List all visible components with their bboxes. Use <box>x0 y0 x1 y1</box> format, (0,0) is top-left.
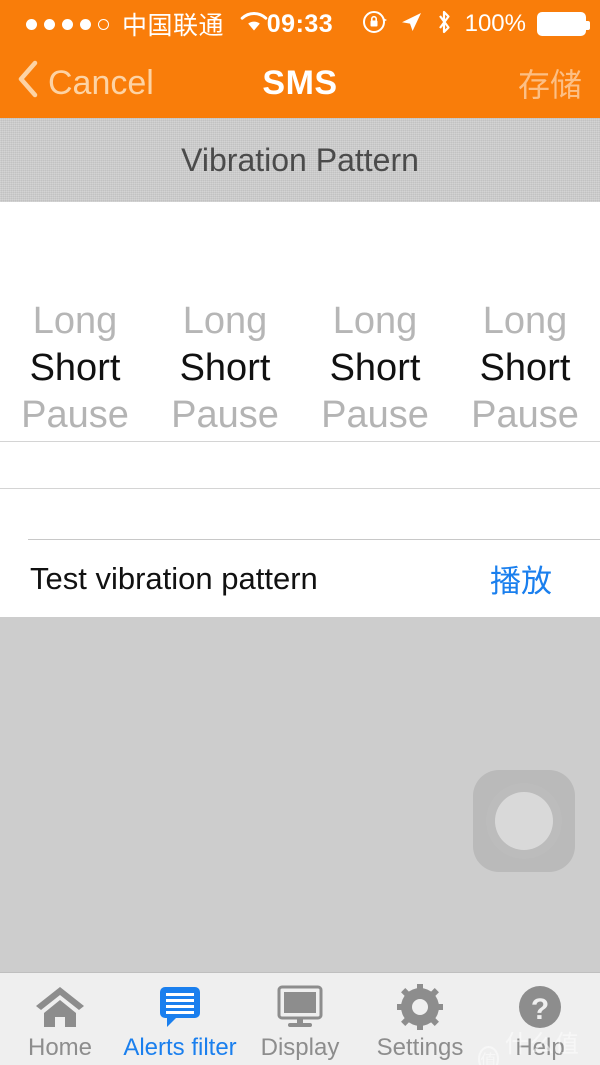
tab-home-label: Home <box>27 1034 93 1061</box>
page-title: SMS <box>262 63 338 102</box>
picker-selection-line-bottom <box>0 488 600 489</box>
picker-option-below[interactable]: Pause <box>321 392 429 439</box>
tab-display[interactable]: Display <box>240 973 360 1065</box>
picker-selection-line-top <box>0 441 600 442</box>
test-vibration-row: Test vibration pattern 播放 <box>0 540 600 617</box>
tab-alerts-filter-label: Alerts filter <box>123 1034 237 1061</box>
content-area: Long Short Pause Long Short Pause Long S… <box>0 202 600 617</box>
picker-option-above[interactable]: Long <box>33 298 118 345</box>
picker-option-above[interactable]: Long <box>483 298 568 345</box>
status-bar: 中国联通 09:33 100% <box>0 0 600 48</box>
phone-screen: 中国联通 09:33 100% Cancel SMS 存储 Vibration … <box>0 0 600 1065</box>
section-header: Vibration Pattern <box>0 118 600 202</box>
picker-column-4[interactable]: Long Short Pause <box>450 298 600 448</box>
picker-column-1[interactable]: Long Short Pause <box>0 298 150 448</box>
empty-gray-area <box>0 617 600 972</box>
rotation-lock-icon <box>362 9 388 40</box>
monitor-icon <box>274 983 326 1031</box>
picker-column-2[interactable]: Long Short Pause <box>150 298 300 448</box>
battery-percent-label: 100% <box>464 10 526 37</box>
question-mark-icon: ? <box>516 983 564 1031</box>
tab-settings-label: Settings <box>376 1034 464 1061</box>
save-button[interactable]: 存储 <box>518 60 582 106</box>
bluetooth-icon <box>434 9 454 40</box>
picker-option-below[interactable]: Pause <box>21 392 129 439</box>
picker-option-above[interactable]: Long <box>183 298 268 345</box>
battery-full-icon <box>537 12 590 36</box>
home-icon <box>34 983 86 1031</box>
assistive-touch-ring <box>486 783 562 859</box>
tab-home[interactable]: Home <box>0 973 120 1065</box>
picker-option-below[interactable]: Pause <box>171 392 279 439</box>
picker-option-selected[interactable]: Short <box>480 345 571 392</box>
location-arrow-icon <box>399 10 423 39</box>
status-bar-right: 100% <box>362 0 590 48</box>
speech-bubble-icon <box>155 983 205 1031</box>
tab-alerts-filter[interactable]: Alerts filter <box>120 973 240 1065</box>
vibration-pattern-picker[interactable]: Long Short Pause Long Short Pause Long S… <box>0 298 600 489</box>
tab-display-label: Display <box>260 1034 340 1061</box>
tab-help[interactable]: ? Help <box>480 973 600 1065</box>
tab-settings[interactable]: Settings <box>360 973 480 1065</box>
assistive-touch-dot <box>495 792 553 850</box>
section-header-label: Vibration Pattern <box>181 141 419 178</box>
assistive-touch-icon[interactable] <box>473 770 575 872</box>
picker-column-3[interactable]: Long Short Pause <box>300 298 450 448</box>
picker-option-selected[interactable]: Short <box>180 345 271 392</box>
navigation-bar: Cancel SMS 存储 <box>0 48 600 118</box>
tab-help-label: Help <box>515 1034 565 1061</box>
picker-option-above[interactable]: Long <box>333 298 418 345</box>
picker-option-selected[interactable]: Short <box>330 345 421 392</box>
svg-text:?: ? <box>531 993 549 1026</box>
picker-option-below[interactable]: Pause <box>471 392 579 439</box>
test-vibration-label: Test vibration pattern <box>30 560 318 596</box>
play-button[interactable]: 播放 <box>490 556 552 601</box>
gear-icon <box>396 983 444 1031</box>
tab-bar: Home Alerts filter Display Settings ? He… <box>0 972 600 1065</box>
picker-option-selected[interactable]: Short <box>30 345 121 392</box>
